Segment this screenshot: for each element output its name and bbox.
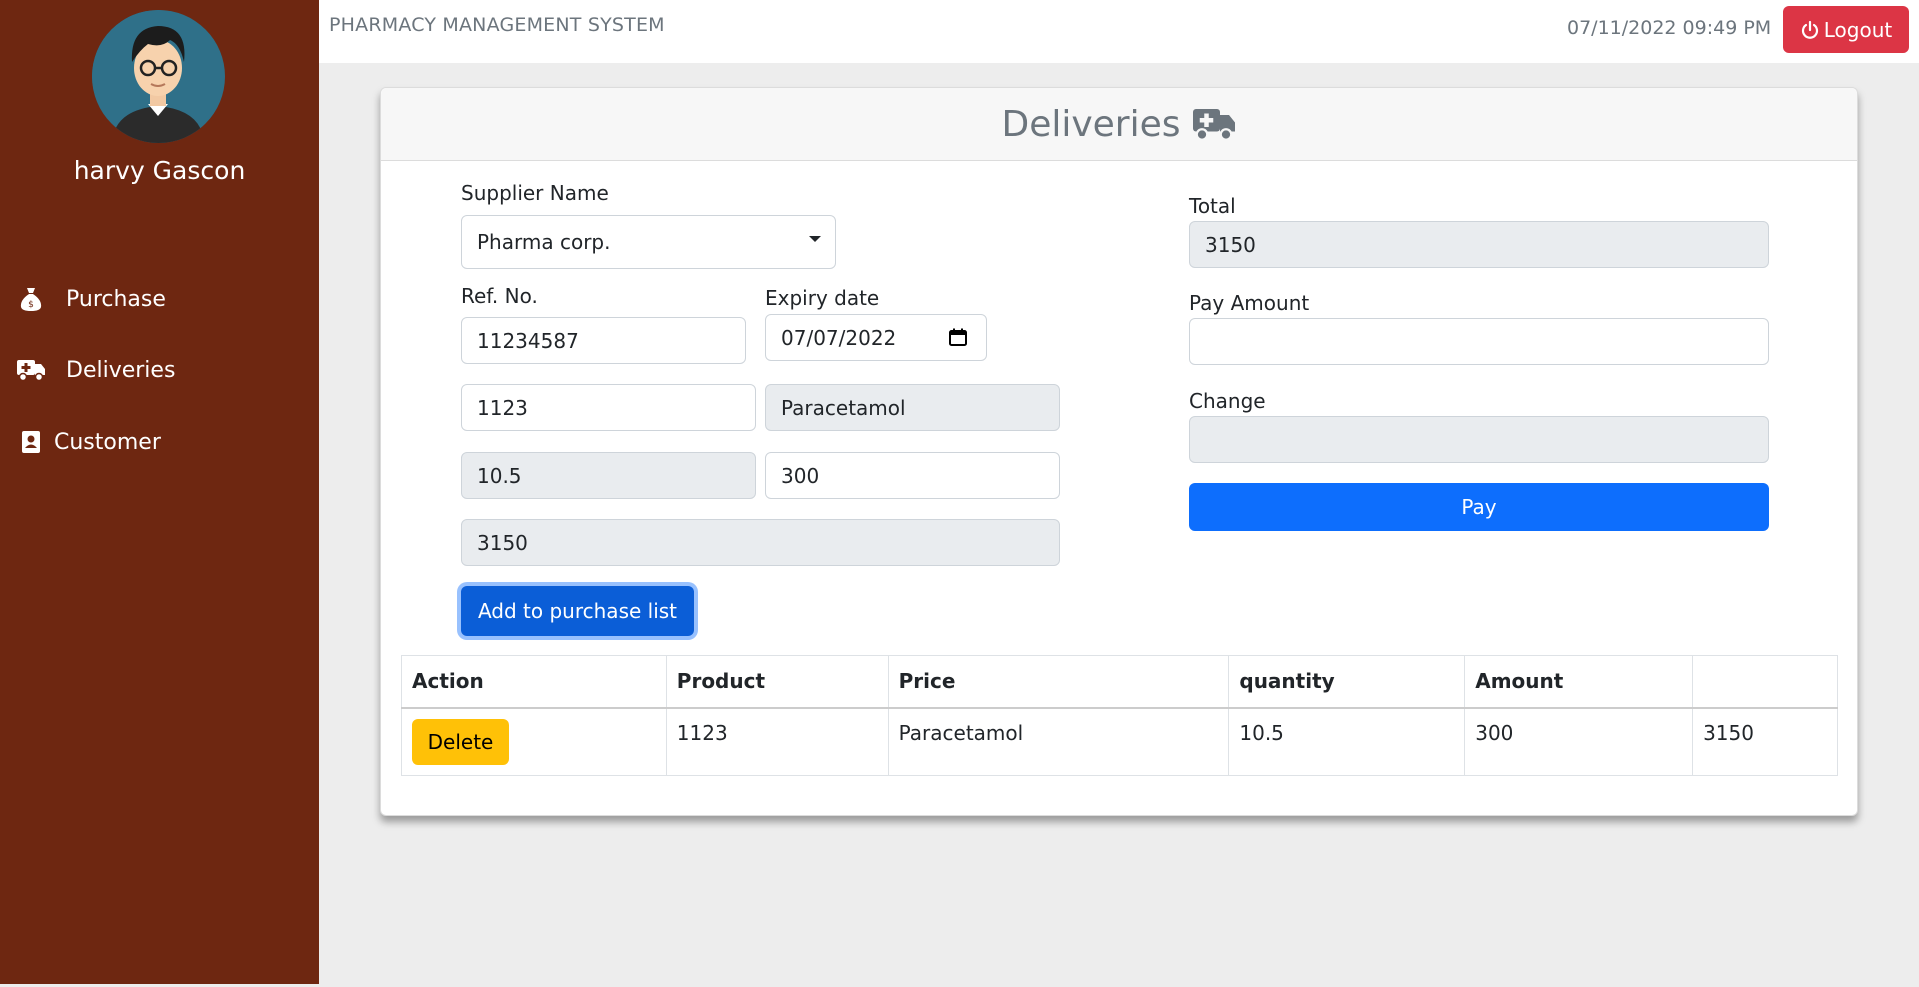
ambulance-truck-icon	[1191, 106, 1237, 142]
supplier-value: Pharma corp.	[477, 230, 611, 254]
table-header-row: Action Product Price quantity Amount	[401, 655, 1838, 709]
app-title: PHARMACY MANAGEMENT SYSTEM	[329, 14, 665, 36]
supplier-label: Supplier Name	[461, 181, 609, 205]
ref-no-input[interactable]: 11234587	[461, 317, 746, 364]
table-cell-quantity: 10.5	[1228, 707, 1466, 776]
pay-button[interactable]: Pay	[1189, 483, 1769, 531]
sidebar-item-label: Customer	[54, 429, 161, 455]
table-cell-action: Delete	[401, 707, 667, 776]
sidebar-item-label: Purchase	[66, 286, 166, 312]
power-icon	[1800, 20, 1820, 40]
change-field	[1189, 416, 1769, 463]
money-bag-icon: $	[16, 284, 46, 314]
change-label: Change	[1189, 389, 1266, 413]
column-header-product: Product	[665, 655, 889, 709]
expiry-date-input[interactable]: 07/07/2022	[765, 314, 987, 361]
total-field: 3150	[1189, 221, 1769, 268]
table-row: Delete 1123 Paracetamol 10.5 300 3150	[401, 707, 1838, 776]
user-name: harvy Gascon	[73, 156, 246, 185]
purchase-table: Action Product Price quantity Amount Del…	[401, 655, 1838, 776]
table-cell-price: Paracetamol	[887, 707, 1230, 776]
contact-card-icon	[16, 427, 46, 457]
column-header-quantity: quantity	[1228, 655, 1466, 709]
avatar	[92, 10, 225, 143]
column-header-extra	[1692, 655, 1838, 709]
sidebar-item-customer[interactable]: Customer	[0, 417, 319, 467]
chevron-down-icon	[809, 236, 821, 242]
sidebar-item-purchase[interactable]: $ Purchase	[0, 274, 319, 324]
pay-amount-label: Pay Amount	[1189, 291, 1310, 315]
add-to-purchase-list-button[interactable]: Add to purchase list	[461, 586, 694, 636]
ref-no-label: Ref. No.	[461, 284, 538, 308]
table-cell-product: 1123	[665, 707, 889, 776]
sidebar: harvy Gascon $ Purchase Deliveries Custo…	[0, 0, 319, 984]
total-value: 3150	[1205, 232, 1256, 257]
sidebar-item-label: Deliveries	[66, 357, 176, 383]
card-header: Deliveries	[381, 88, 1857, 161]
product-name-value: Paracetamol	[781, 395, 906, 420]
delete-button[interactable]: Delete	[412, 718, 509, 765]
product-name-field: Paracetamol	[765, 384, 1060, 431]
logout-button[interactable]: Logout	[1783, 6, 1909, 53]
product-code-value: 1123	[477, 395, 528, 420]
column-header-price: Price	[887, 655, 1230, 709]
amount-field: 3150	[461, 519, 1060, 566]
sidebar-item-deliveries[interactable]: Deliveries	[0, 345, 319, 395]
column-header-amount: Amount	[1464, 655, 1694, 709]
deliveries-card: Deliveries Supplier Name Pharma corp. Re…	[380, 87, 1858, 816]
amount-value: 3150	[477, 530, 528, 555]
column-header-action: Action	[401, 655, 667, 709]
page-title: Deliveries	[1001, 103, 1181, 145]
datetime: 07/11/2022 09:49 PM	[1567, 17, 1772, 39]
table-cell-amount: 300	[1464, 707, 1694, 776]
pay-amount-input[interactable]	[1189, 318, 1769, 365]
expiry-date-label: Expiry date	[765, 286, 880, 310]
product-code-input[interactable]: 1123	[461, 384, 756, 431]
table-cell-extra: 3150	[1692, 707, 1838, 776]
logout-label: Logout	[1823, 17, 1893, 42]
ambulance-truck-icon	[16, 355, 46, 385]
expiry-date-value: 07/07/2022	[781, 325, 897, 350]
svg-text:$: $	[28, 300, 34, 310]
ref-no-value: 11234587	[477, 328, 579, 353]
supplier-select[interactable]: Pharma corp.	[461, 215, 836, 269]
price-field: 10.5	[461, 452, 756, 499]
user-avatar-icon	[92, 10, 224, 143]
total-label: Total	[1189, 194, 1236, 218]
quantity-input[interactable]: 300	[765, 452, 1060, 499]
quantity-value: 300	[781, 463, 820, 488]
price-value: 10.5	[477, 463, 522, 488]
calendar-icon[interactable]	[948, 327, 968, 347]
topbar: PHARMACY MANAGEMENT SYSTEM 07/11/2022 09…	[319, 0, 1919, 63]
